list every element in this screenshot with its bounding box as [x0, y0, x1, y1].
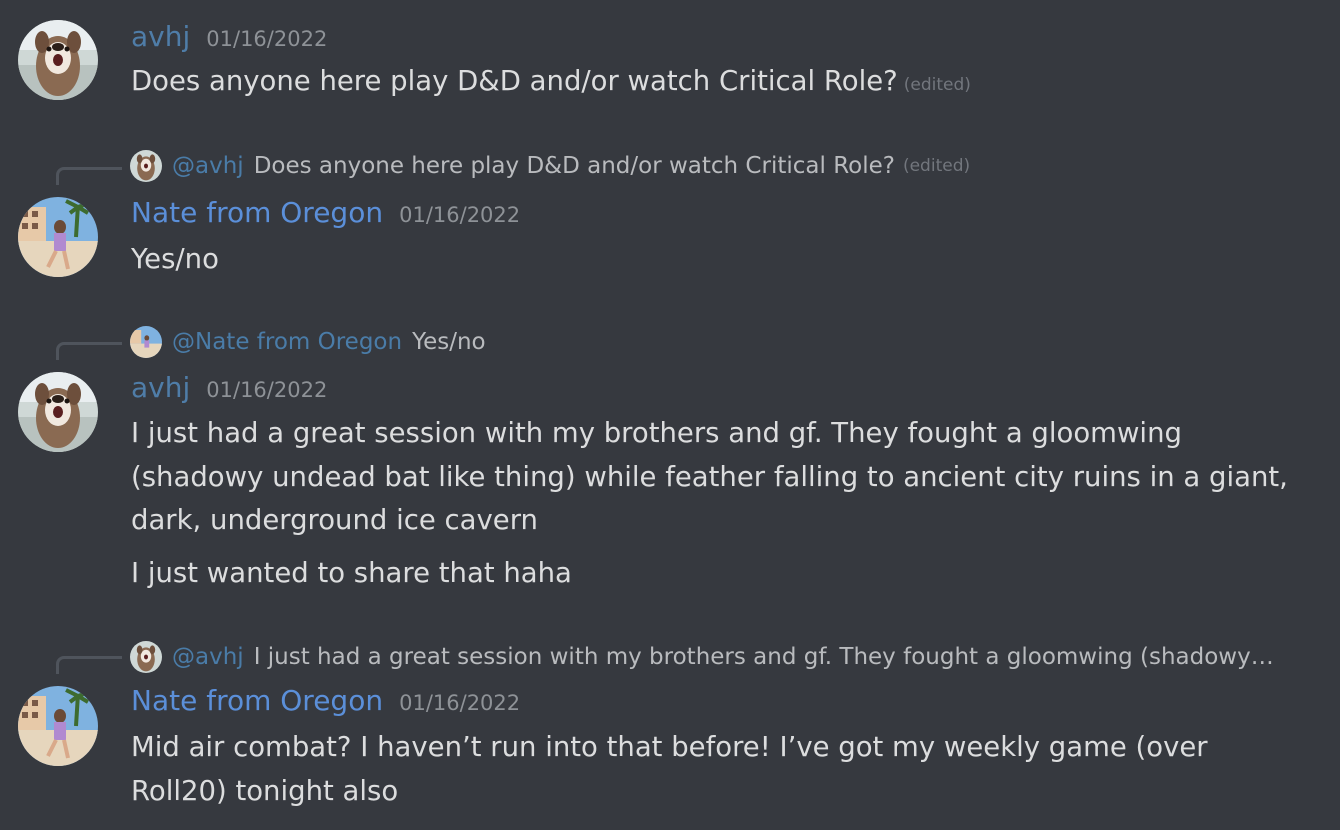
message-author[interactable]: avhj — [131, 20, 190, 53]
reply-connector — [56, 342, 122, 360]
message-text: Yes/no — [131, 243, 219, 275]
message-author[interactable]: Nate from Oregon — [131, 684, 383, 717]
reply-connector — [56, 167, 122, 185]
message-content: Does anyone here play D&D and/or watch C… — [131, 60, 1311, 108]
beach-person-avatar-icon — [130, 326, 162, 358]
edited-label: (edited) — [902, 156, 971, 176]
message-text: I just wanted to share that haha — [131, 556, 572, 589]
dog-avatar-icon — [130, 641, 162, 673]
message-timestamp[interactable]: 01/16/2022 — [399, 691, 520, 715]
reply-mention[interactable]: @avhj — [172, 644, 244, 670]
message-text: I just had a great session with my broth… — [131, 417, 1288, 536]
message-content: I just had a great session with my broth… — [131, 412, 1311, 595]
reply-preview[interactable]: @avhj Does anyone here play D&D and/or w… — [130, 150, 970, 182]
message-timestamp[interactable]: 01/16/2022 — [206, 378, 327, 402]
message-author[interactable]: Nate from Oregon — [131, 196, 383, 229]
message-timestamp[interactable]: 01/16/2022 — [399, 203, 520, 227]
reply-connector — [56, 656, 122, 674]
message-header: Nate from Oregon 01/16/2022 — [131, 684, 520, 724]
edited-label: (edited) — [903, 75, 971, 95]
reply-text: Does anyone here play D&D and/or watch C… — [253, 153, 895, 179]
reply-preview[interactable]: @avhj I just had a great session with my… — [130, 641, 1280, 673]
dog-avatar-icon — [130, 150, 162, 182]
message-header: avhj 01/16/2022 — [131, 20, 327, 60]
reply-text: Yes/no — [412, 329, 486, 355]
message-author[interactable]: avhj — [131, 371, 190, 404]
message-text: Mid air combat? I haven’t run into that … — [131, 731, 1208, 807]
dog-avatar-icon[interactable] — [18, 372, 98, 452]
beach-person-avatar-icon[interactable] — [18, 197, 98, 277]
reply-mention[interactable]: @avhj — [172, 153, 244, 179]
reply-preview[interactable]: @Nate from Oregon Yes/no — [130, 326, 486, 358]
message-header: Nate from Oregon 01/16/2022 — [131, 196, 520, 236]
message-header: avhj 01/16/2022 — [131, 371, 327, 411]
chat-message-list: avhj 01/16/2022 Does anyone here play D&… — [0, 0, 1340, 830]
reply-mention[interactable]: @Nate from Oregon — [172, 329, 402, 355]
dog-avatar-icon[interactable] — [18, 20, 98, 100]
beach-person-avatar-icon[interactable] — [18, 686, 98, 766]
reply-text: I just had a great session with my broth… — [253, 644, 1280, 670]
message-content: Mid air combat? I haven’t run into that … — [131, 726, 1311, 813]
message-timestamp[interactable]: 01/16/2022 — [206, 27, 327, 51]
message-content: Yes/no — [131, 238, 1311, 282]
message-text: Does anyone here play D&D and/or watch C… — [131, 65, 898, 97]
